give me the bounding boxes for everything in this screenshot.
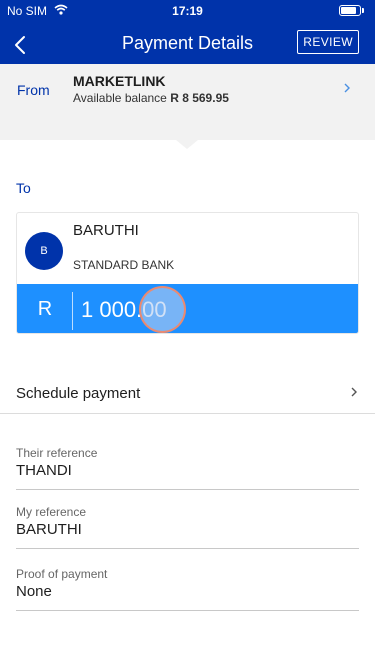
- their-reference-label: Their reference: [16, 446, 98, 460]
- status-bar: No SIM 17:19: [0, 0, 375, 20]
- battery-tip: [362, 8, 364, 13]
- recipient-card[interactable]: B BARUTHI STANDARD BANK R: [16, 212, 359, 334]
- proof-of-payment-field[interactable]: Proof of payment None: [16, 567, 359, 611]
- avatar: B: [25, 232, 63, 270]
- balance-amount: R 8 569.95: [170, 91, 229, 105]
- battery-level: [341, 7, 356, 14]
- amount-row: R: [17, 284, 358, 333]
- clock: 17:19: [172, 4, 203, 18]
- from-account-name: MARKETLINK: [73, 73, 166, 89]
- touch-indicator: [139, 286, 186, 333]
- schedule-payment-label: Schedule payment: [16, 385, 141, 402]
- chevron-right-icon: [344, 83, 350, 93]
- header: No SIM 17:19 Payment Details REVIEW: [0, 0, 375, 64]
- from-section-pointer: [176, 140, 198, 149]
- currency-label: R: [37, 298, 53, 320]
- from-account-selector[interactable]: From MARKETLINK Available balance R 8 56…: [0, 64, 375, 140]
- available-balance: Available balance R 8 569.95: [73, 91, 229, 105]
- recipient-bank: STANDARD BANK: [73, 258, 175, 272]
- divider: [72, 292, 73, 330]
- proof-of-payment-value: None: [16, 583, 52, 600]
- their-reference-field: Their reference: [16, 446, 359, 490]
- from-label: From: [17, 82, 50, 98]
- to-label: To: [16, 180, 31, 196]
- their-reference-input[interactable]: [16, 462, 359, 479]
- review-button[interactable]: REVIEW: [297, 30, 359, 54]
- battery-icon: [339, 5, 361, 16]
- recipient-name: BARUTHI: [73, 222, 139, 239]
- proof-of-payment-label: Proof of payment: [16, 567, 108, 581]
- balance-label: Available balance: [73, 91, 167, 105]
- my-reference-field: My reference: [16, 505, 359, 549]
- my-reference-input[interactable]: [16, 521, 359, 538]
- my-reference-label: My reference: [16, 505, 87, 519]
- amount-input[interactable]: [81, 284, 351, 333]
- schedule-payment-row[interactable]: Schedule payment: [0, 372, 375, 414]
- chevron-right-icon: [351, 387, 357, 397]
